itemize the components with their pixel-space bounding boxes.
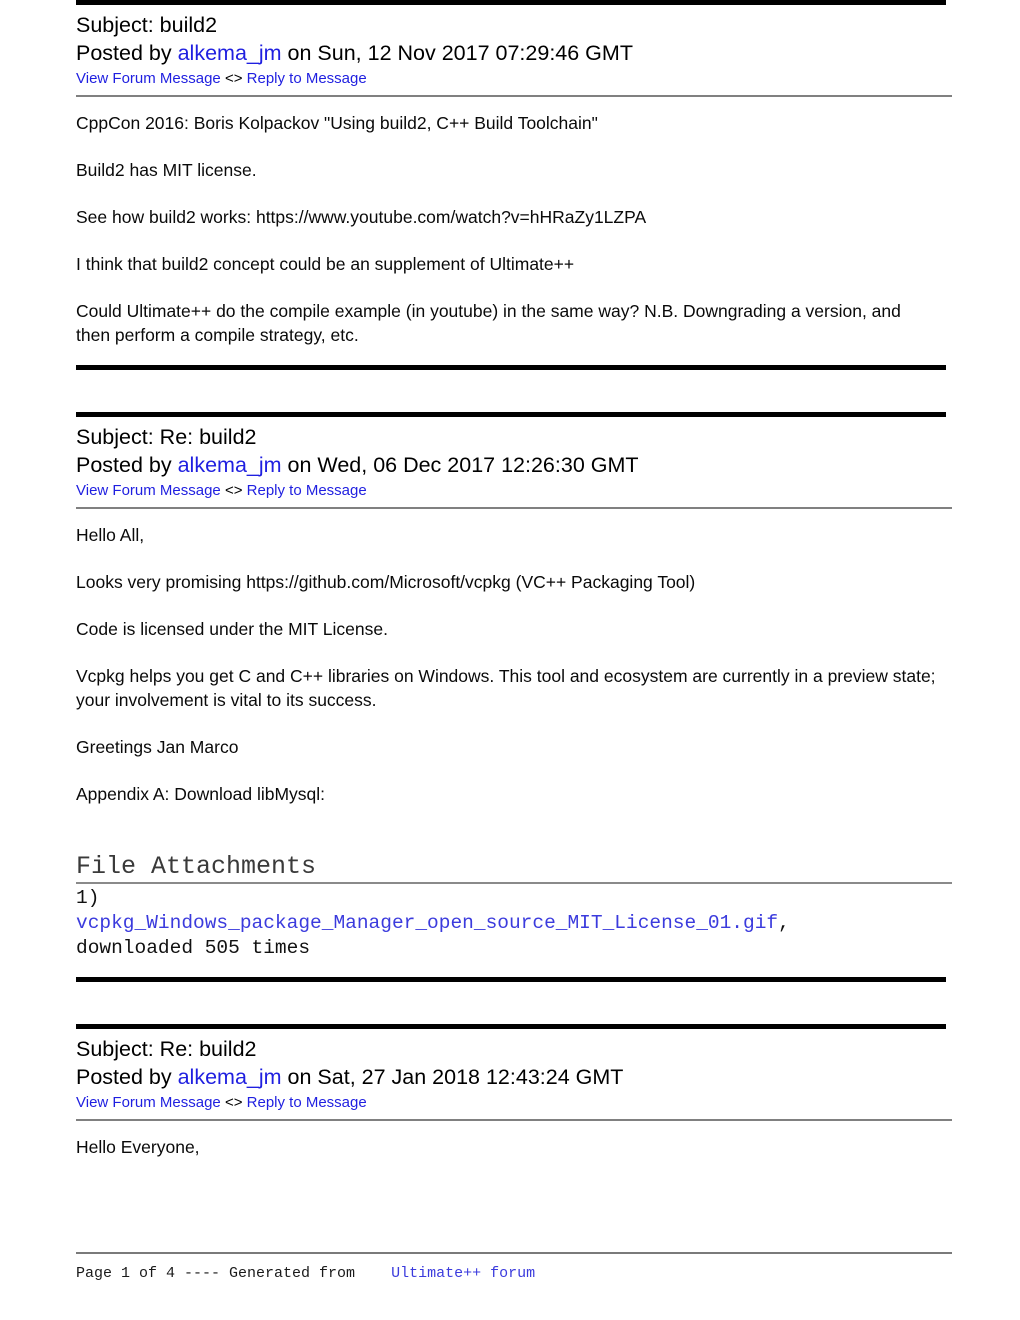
on-label: on — [281, 453, 318, 477]
posted-by-label: Posted by — [76, 453, 178, 477]
view-forum-message-link[interactable]: View Forum Message — [76, 1094, 221, 1111]
subject-prefix-label: Subject: — [76, 13, 160, 37]
attachment-comma: , — [778, 912, 790, 934]
post-paragraph: Looks very promising https://github.com/… — [76, 572, 696, 592]
post-date: Wed, 06 Dec 2017 12:26:30 GMT — [317, 453, 639, 477]
file-attachments-list: 1) vcpkg_Windows_package_Manager_open_sou… — [76, 884, 946, 961]
post-gap — [76, 370, 946, 412]
forum-post: Subject: Re: build2 Posted by alkema_jm … — [76, 1024, 952, 1159]
attachment-download-count: downloaded 505 times — [76, 937, 311, 959]
post-actions: View Forum Message <> Reply to Message — [76, 479, 946, 504]
subject-value: build2 — [159, 13, 218, 37]
post-date: Sat, 27 Jan 2018 12:43:24 GMT — [317, 1065, 624, 1089]
forum-post: Subject: Re: build2 Posted by alkema_jm … — [76, 412, 952, 982]
post-header: Subject: Re: build2 Posted by alkema_jm … — [76, 417, 946, 507]
post-gap — [76, 982, 946, 1024]
post-paragraph: Could Ultimate++ do the compile example … — [76, 301, 901, 345]
posted-by-label: Posted by — [76, 41, 178, 65]
post-body: Hello All, Looks very promising https://… — [76, 509, 952, 961]
subject-value: Re: build2 — [159, 425, 257, 449]
post-paragraph: Hello Everyone, — [76, 1137, 200, 1157]
post-header: Subject: build2 Posted by alkema_jm on S… — [76, 5, 946, 95]
post-actions: View Forum Message <> Reply to Message — [76, 1091, 946, 1116]
attachment-file-link[interactable]: vcpkg_Windows_package_Manager_open_sourc… — [76, 912, 778, 934]
forum-site-link[interactable]: Ultimate++ forum — [391, 1265, 535, 1282]
post-author-link[interactable]: alkema_jm — [178, 1065, 282, 1089]
file-attachments-title: File Attachments — [76, 852, 317, 881]
post-paragraph: Build2 has MIT license. — [76, 160, 257, 180]
page-number-label: Page 1 of 4 ---- Generated from — [76, 1265, 356, 1282]
post-date: Sun, 12 Nov 2017 07:29:46 GMT — [317, 41, 633, 65]
post-header: Subject: Re: build2 Posted by alkema_jm … — [76, 1029, 946, 1119]
post-subject: Subject: build2 — [76, 11, 946, 39]
post-paragraph: CppCon 2016: Boris Kolpackov "Using buil… — [76, 113, 598, 133]
post-paragraph: Greetings Jan Marco — [76, 737, 239, 757]
attachment-index: 1) — [76, 887, 100, 909]
view-forum-message-link[interactable]: View Forum Message — [76, 70, 221, 87]
reply-to-message-link[interactable]: Reply to Message — [247, 482, 367, 499]
posted-by-label: Posted by — [76, 1065, 178, 1089]
post-body: Hello Everyone, — [76, 1121, 946, 1159]
post-author-link[interactable]: alkema_jm — [178, 41, 282, 65]
footer-spacer — [355, 1265, 391, 1282]
post-paragraph: See how build2 works: https://www.youtub… — [76, 207, 647, 227]
link-separator: <> — [220, 70, 247, 87]
post-author-link[interactable]: alkema_jm — [178, 453, 282, 477]
subject-value: Re: build2 — [159, 1037, 257, 1061]
post-meta: Posted by alkema_jm on Sat, 27 Jan 2018 … — [76, 1063, 946, 1091]
link-separator: <> — [220, 482, 247, 499]
post-subject: Subject: Re: build2 — [76, 1035, 946, 1063]
post-paragraph: Appendix A: Download libMysql: — [76, 784, 326, 804]
reply-to-message-link[interactable]: Reply to Message — [247, 70, 367, 87]
page-footer: Page 1 of 4 ---- Generated from Ultimate… — [76, 1252, 952, 1284]
subject-prefix-label: Subject: — [76, 1037, 160, 1061]
on-label: on — [281, 1065, 318, 1089]
post-paragraph: Code is licensed under the MIT License. — [76, 619, 388, 639]
post-meta: Posted by alkema_jm on Sun, 12 Nov 2017 … — [76, 39, 946, 67]
reply-to-message-link[interactable]: Reply to Message — [247, 1094, 367, 1111]
subject-prefix-label: Subject: — [76, 425, 160, 449]
post-subject: Subject: Re: build2 — [76, 423, 946, 451]
post-paragraph: Vcpkg helps you get C and C++ libraries … — [76, 666, 936, 710]
page: Subject: build2 Posted by alkema_jm on S… — [0, 0, 1020, 1320]
post-paragraph: Hello All, — [76, 525, 145, 545]
link-separator: <> — [220, 1094, 247, 1111]
on-label: on — [281, 41, 318, 65]
post-actions: View Forum Message <> Reply to Message — [76, 67, 946, 92]
footer-content: Page 1 of 4 ---- Generated from Ultimate… — [76, 1254, 952, 1284]
forum-post: Subject: build2 Posted by alkema_jm on S… — [76, 0, 952, 370]
view-forum-message-link[interactable]: View Forum Message — [76, 482, 221, 499]
post-meta: Posted by alkema_jm on Wed, 06 Dec 2017 … — [76, 451, 946, 479]
post-paragraph: I think that build2 concept could be an … — [76, 254, 575, 274]
post-body: CppCon 2016: Boris Kolpackov "Using buil… — [76, 97, 946, 347]
file-attachments-section: File Attachments 1) vcpkg_Windows_package… — [76, 852, 952, 961]
